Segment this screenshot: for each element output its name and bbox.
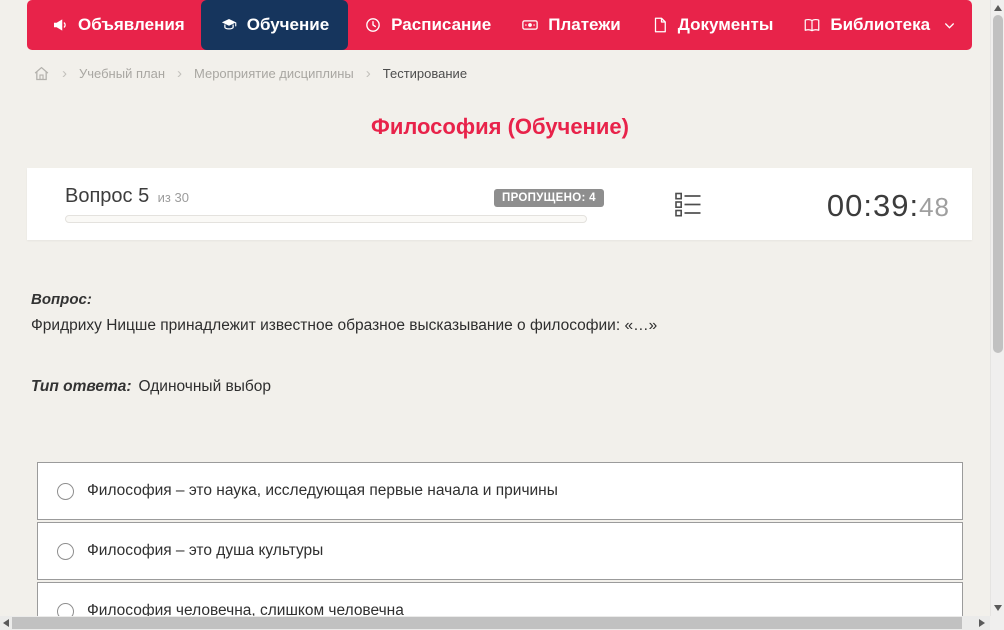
skipped-badge: ПРОПУЩЕНО: 4 (494, 189, 604, 207)
clock-icon (364, 16, 382, 34)
radio-icon[interactable] (57, 482, 74, 500)
answer-option-2[interactable]: Философия – это душа культуры (37, 522, 963, 580)
radio-icon[interactable] (57, 542, 74, 560)
nav-item-label: Расписание (391, 15, 492, 34)
chevron-down-icon (943, 19, 956, 32)
answer-type-value: Одиночный выбор (138, 378, 272, 395)
breadcrumb-separator-icon: › (62, 64, 67, 82)
graduation-cap-icon (220, 16, 238, 34)
nav-item-payments[interactable]: Платежи (507, 0, 635, 50)
breadcrumb-separator-icon: › (177, 64, 182, 82)
banknote-icon (521, 16, 539, 34)
timer-seconds: 48 (919, 192, 950, 222)
question-total: из 30 (157, 190, 189, 205)
answer-type-row: Тип ответа: Одиночный выбор (31, 378, 271, 396)
book-icon (803, 16, 821, 34)
breadcrumb-separator-icon: › (365, 64, 371, 82)
answer-option-label: Философия – это душа культуры (87, 542, 324, 559)
breadcrumb-item-discipline-event[interactable]: Мероприятие дисциплины (194, 66, 354, 81)
document-icon (651, 16, 669, 34)
breadcrumb-item-testing: Тестирование (382, 65, 468, 81)
question-counter: Вопрос 5 из 30 (65, 185, 189, 208)
nav-item-label: Документы (677, 15, 774, 34)
nav-item-label: Обучение (246, 15, 330, 34)
nav-item-announcements[interactable]: Объявления (37, 0, 199, 50)
answer-option-label: Философия – это наука, исследующая первы… (87, 482, 558, 499)
scroll-right-icon[interactable] (979, 619, 985, 627)
vertical-scrollbar[interactable] (990, 0, 1004, 616)
megaphone-icon (51, 16, 69, 34)
nav-item-label: Объявления (78, 15, 185, 34)
scrollbar-corner (990, 616, 1004, 630)
scroll-down-icon[interactable] (994, 605, 1002, 611)
top-navigation: Объявления Обучение Расписание Платежи Д… (27, 0, 972, 50)
nav-item-learning[interactable]: Обучение (200, 0, 349, 50)
horizontal-scrollbar-thumb[interactable] (12, 617, 962, 629)
page-title: Философия (Обучение) (371, 114, 629, 139)
quiz-status-panel: Вопрос 5 из 30 ПРОПУЩЕНО: 4 00:39:48 (27, 168, 972, 240)
nav-item-library[interactable]: Библиотека (789, 0, 970, 50)
question-prompt-label: Вопрос: (31, 291, 92, 308)
question-text: Фридриху Ницше принадлежит известное обр… (31, 317, 658, 334)
horizontal-scrollbar[interactable] (0, 616, 990, 630)
question-number: Вопрос 5 (65, 185, 150, 207)
question-list-icon[interactable] (675, 192, 702, 217)
vertical-scrollbar-thumb[interactable] (993, 15, 1003, 353)
breadcrumb: › Учебный план › Мероприятие дисциплины … (33, 62, 467, 84)
nav-item-schedule[interactable]: Расписание (350, 0, 505, 50)
scroll-up-icon[interactable] (994, 5, 1002, 11)
scroll-left-icon[interactable] (3, 619, 9, 627)
answer-option-1[interactable]: Философия – это наука, исследующая первы… (37, 462, 963, 520)
breadcrumb-item-curriculum[interactable]: Учебный план (79, 66, 165, 81)
progress-bar (65, 215, 587, 223)
nav-item-label: Библиотека (830, 15, 931, 34)
nav-item-label: Платежи (548, 15, 621, 34)
nav-item-documents[interactable]: Документы (637, 0, 788, 50)
timer-hours-minutes: 00:39: (826, 188, 920, 223)
timer: 00:39:48 (827, 188, 950, 224)
answer-type-label: Тип ответа: (31, 378, 132, 395)
home-icon[interactable] (33, 65, 50, 82)
